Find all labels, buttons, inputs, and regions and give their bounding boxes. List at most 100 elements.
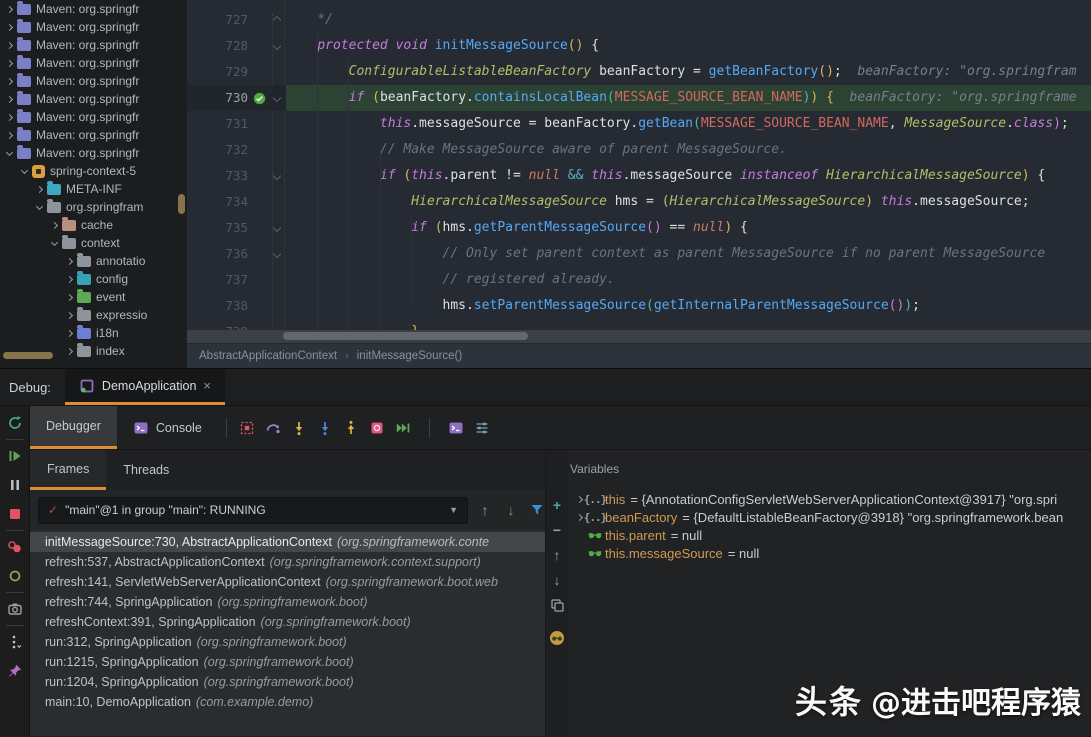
duplicate-icon[interactable] bbox=[549, 597, 565, 613]
gutter-733[interactable]: 733 bbox=[187, 163, 286, 189]
chevron-right-icon[interactable] bbox=[6, 131, 13, 138]
tree-item-maven-org-springfr[interactable]: Maven: org.springfr bbox=[0, 144, 187, 162]
variable-row-this-parent[interactable]: this.parent= null bbox=[568, 526, 1091, 544]
stack-frame-row[interactable]: main:10, DemoApplication (com.example.de… bbox=[30, 692, 545, 712]
code-line-730[interactable]: 730 if (beanFactory.containsLocalBean(ME… bbox=[187, 85, 1091, 111]
pause-icon[interactable] bbox=[7, 477, 23, 493]
code-line-733[interactable]: 733 if (this.parent != null && this.mess… bbox=[187, 163, 1091, 189]
tree-item-meta-inf[interactable]: META-INF bbox=[0, 180, 187, 198]
gutter-730[interactable]: 730 bbox=[187, 85, 286, 111]
tree-item-annotatio[interactable]: annotatio bbox=[0, 252, 187, 270]
code-line-731[interactable]: 731 this.messageSource = beanFactory.get… bbox=[187, 111, 1091, 137]
code-line-734[interactable]: 734 HierarchicalMessageSource hms = (Hie… bbox=[187, 189, 1091, 215]
more-icon[interactable] bbox=[7, 634, 23, 650]
chevron-right-icon[interactable] bbox=[6, 95, 13, 102]
tree-item-maven-org-springfr[interactable]: Maven: org.springfr bbox=[0, 126, 187, 144]
tree-item-maven-org-springfr[interactable]: Maven: org.springfr bbox=[0, 18, 187, 36]
gutter-737[interactable]: 737 bbox=[187, 267, 286, 293]
filter-icon[interactable] bbox=[529, 502, 545, 518]
tab-threads[interactable]: Threads bbox=[106, 450, 186, 490]
fold-marker[interactable] bbox=[270, 17, 284, 23]
tree-item-spring-context-5[interactable]: spring-context-5 bbox=[0, 162, 187, 180]
chevron-right-icon[interactable] bbox=[6, 77, 13, 84]
fold-marker[interactable] bbox=[270, 95, 284, 101]
fold-marker[interactable] bbox=[270, 173, 284, 179]
code-line-728[interactable]: 728 protected void initMessageSource() { bbox=[187, 33, 1091, 59]
stack-frame-row[interactable]: run:1204, SpringApplication (org.springf… bbox=[30, 672, 545, 692]
gutter-736[interactable]: 736 bbox=[187, 241, 286, 267]
gutter-728[interactable]: 728 bbox=[187, 33, 286, 59]
remove-watch-icon[interactable]: − bbox=[549, 522, 565, 538]
tree-item-maven-org-springfr[interactable]: Maven: org.springfr bbox=[0, 36, 187, 54]
tree-item-maven-org-springfr[interactable]: Maven: org.springfr bbox=[0, 90, 187, 108]
drop-frame-icon[interactable] bbox=[369, 420, 385, 436]
stack-frame-row[interactable]: initMessageSource:730, AbstractApplicati… bbox=[30, 532, 545, 552]
thread-dump-icon[interactable] bbox=[7, 601, 23, 617]
show-watches-icon[interactable] bbox=[549, 630, 565, 646]
stack-frame-row[interactable]: refresh:537, AbstractApplicationContext … bbox=[30, 552, 545, 572]
editor-scrollbar-thumb[interactable] bbox=[283, 332, 528, 340]
chevron-right-icon[interactable] bbox=[6, 5, 13, 12]
gutter-738[interactable]: 738 bbox=[187, 293, 286, 319]
tree-item-org-springfram[interactable]: org.springfram bbox=[0, 198, 187, 216]
force-step-into-icon[interactable] bbox=[317, 420, 333, 436]
add-watch-icon[interactable]: + bbox=[549, 497, 565, 513]
tab-demo-application[interactable]: DemoApplication × bbox=[65, 369, 225, 405]
step-out-icon[interactable] bbox=[343, 420, 359, 436]
tab-debugger[interactable]: Debugger bbox=[30, 406, 117, 449]
editor-horizontal-scrollbar[interactable] bbox=[187, 330, 1091, 343]
fold-marker[interactable] bbox=[270, 251, 284, 257]
chevron-right-icon[interactable] bbox=[66, 347, 73, 354]
chevron-right-icon[interactable] bbox=[66, 257, 73, 264]
view-breakpoints-icon[interactable] bbox=[7, 539, 23, 555]
tree-item-maven-org-springfr[interactable]: Maven: org.springfr bbox=[0, 0, 187, 18]
step-over-icon[interactable] bbox=[265, 420, 281, 436]
tree-item-expressio[interactable]: expressio bbox=[0, 306, 187, 324]
chevron-right-icon[interactable] bbox=[66, 311, 73, 318]
chevron-right-icon[interactable] bbox=[6, 113, 13, 120]
gutter-734[interactable]: 734 bbox=[187, 189, 286, 215]
chevron-down-icon[interactable] bbox=[21, 166, 28, 173]
breadcrumb-class[interactable]: AbstractApplicationContext bbox=[199, 350, 337, 362]
stack-frame-row[interactable]: refresh:744, SpringApplication (org.spri… bbox=[30, 592, 545, 612]
gutter-729[interactable]: 729 bbox=[187, 59, 286, 85]
code-line-737[interactable]: 737 // registered already. bbox=[187, 267, 1091, 293]
show-execution-point-icon[interactable] bbox=[239, 420, 255, 436]
rerun-icon[interactable] bbox=[7, 415, 23, 431]
sidebar-vertical-scrollbar[interactable] bbox=[178, 194, 185, 214]
tree-item-i18n[interactable]: i18n bbox=[0, 324, 187, 342]
stack-frame-row[interactable]: refreshContext:391, SpringApplication (o… bbox=[30, 612, 545, 632]
pin-icon[interactable] bbox=[7, 663, 23, 679]
stack-frame-row[interactable]: run:312, SpringApplication (org.springfr… bbox=[30, 632, 545, 652]
code-line-732[interactable]: 732 // Make MessageSource aware of paren… bbox=[187, 137, 1091, 163]
chevron-right-icon[interactable] bbox=[66, 293, 73, 300]
gutter-732[interactable]: 732 bbox=[187, 137, 286, 163]
stack-frame-row[interactable]: refresh:141, ServletWebServerApplication… bbox=[30, 572, 545, 592]
evaluate-expression-icon[interactable] bbox=[448, 420, 464, 436]
tree-item-maven-org-springfr[interactable]: Maven: org.springfr bbox=[0, 108, 187, 126]
stop-icon[interactable] bbox=[7, 506, 23, 522]
move-down-icon[interactable]: ↓ bbox=[549, 572, 565, 588]
chevron-right-icon[interactable] bbox=[36, 185, 43, 192]
thread-selector-dropdown[interactable]: ✓ "main"@1 in group "main": RUNNING ▼ bbox=[38, 497, 468, 524]
chevron-down-icon[interactable] bbox=[36, 202, 43, 209]
variable-row-this-messageSource[interactable]: this.messageSource= null bbox=[568, 544, 1091, 562]
chevron-right-icon[interactable] bbox=[51, 221, 58, 228]
tree-item-cache[interactable]: cache bbox=[0, 216, 187, 234]
tree-item-context[interactable]: context bbox=[0, 234, 187, 252]
gutter-735[interactable]: 735 bbox=[187, 215, 286, 241]
tree-item-maven-org-springfr[interactable]: Maven: org.springfr bbox=[0, 72, 187, 90]
fold-marker[interactable] bbox=[270, 43, 284, 49]
code-line-735[interactable]: 735 if (hms.getParentMessageSource() == … bbox=[187, 215, 1091, 241]
breadcrumb-method[interactable]: initMessageSource() bbox=[357, 350, 462, 362]
gutter-727[interactable]: 727 bbox=[187, 7, 286, 33]
trace-stream-icon[interactable] bbox=[474, 420, 490, 436]
code-editor[interactable]: 727 */728 protected void initMessageSour… bbox=[187, 0, 1091, 368]
code-line-729[interactable]: 729 ConfigurableListableBeanFactory bean… bbox=[187, 59, 1091, 85]
tree-item-event[interactable]: event bbox=[0, 288, 187, 306]
chevron-down-icon[interactable] bbox=[6, 148, 13, 155]
tab-frames[interactable]: Frames bbox=[30, 450, 106, 490]
chevron-right-icon[interactable] bbox=[6, 41, 13, 48]
close-icon[interactable]: × bbox=[203, 379, 211, 392]
code-line-738[interactable]: 738 hms.setParentMessageSource(getIntern… bbox=[187, 293, 1091, 319]
